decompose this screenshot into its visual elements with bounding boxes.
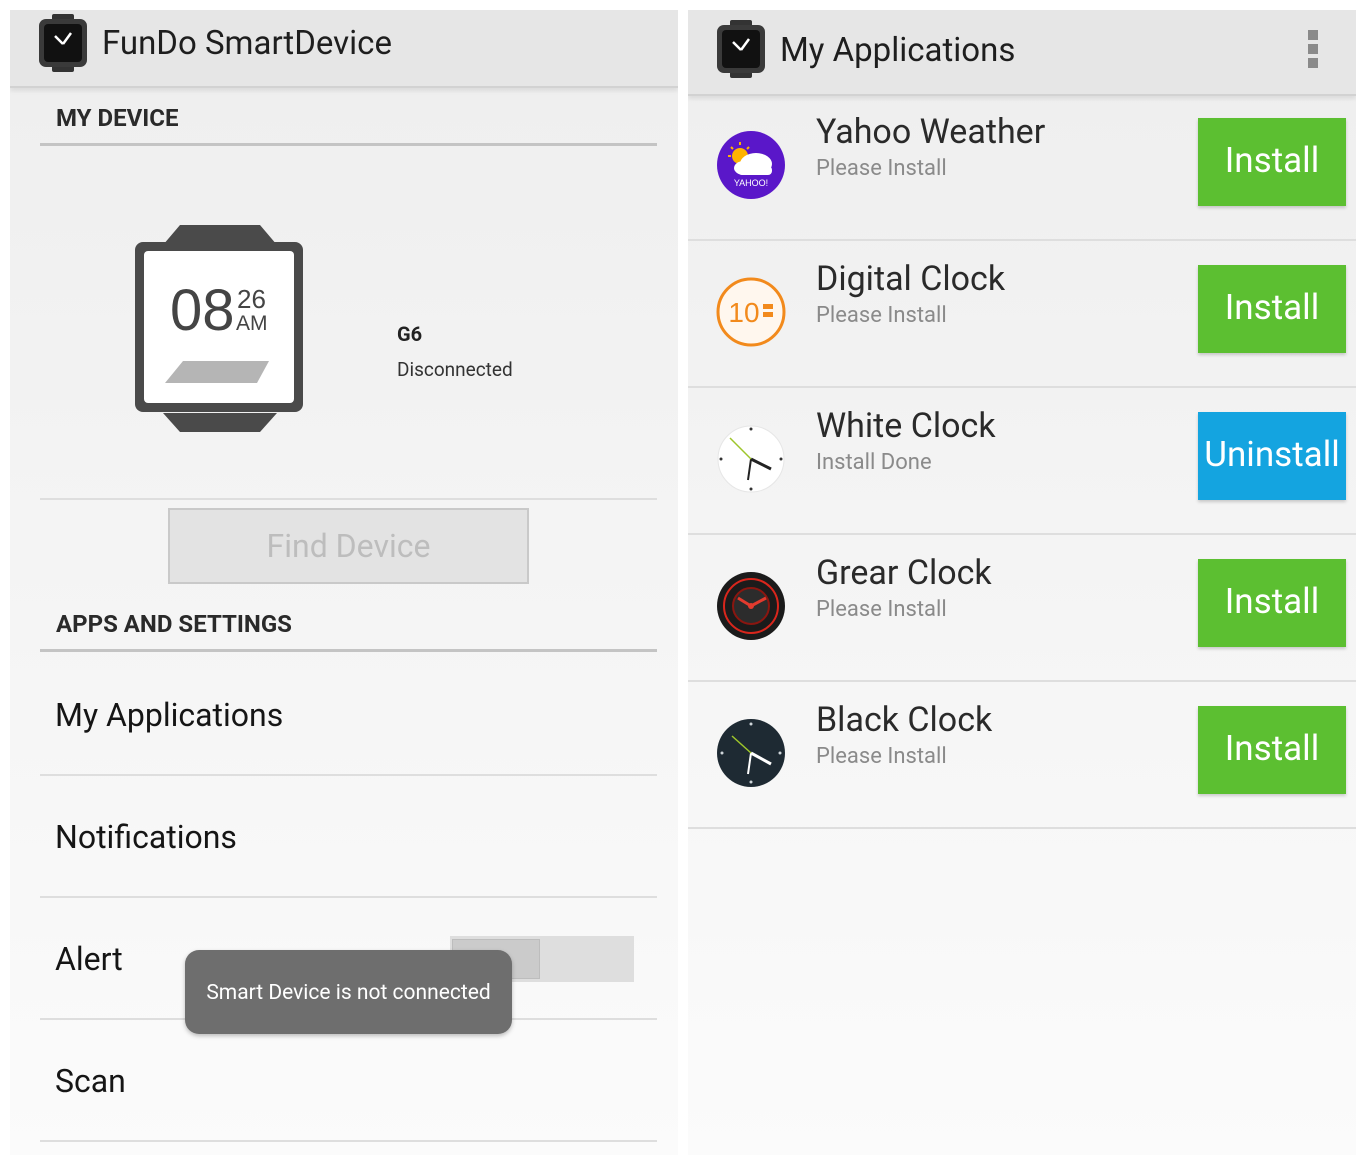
app-name: Black Clock [816, 700, 993, 740]
app-name: Grear Clock [816, 553, 992, 593]
watch-hour: 08 [170, 278, 235, 343]
app-status: Install Done [816, 450, 932, 475]
app-status: Please Install [816, 597, 947, 622]
device-name: G6 [397, 322, 423, 346]
watch-minute: 26 [237, 284, 266, 314]
my-device-header: MY DEVICE [40, 100, 657, 146]
app-row-white-clock: White Clock Install Done Uninstall [688, 388, 1356, 535]
apps-settings-header: APPS AND SETTINGS [40, 606, 657, 652]
uninstall-button-white-clock[interactable]: Uninstall [1198, 412, 1346, 500]
app-row-gear-clock: Grear Clock Please Install Install [688, 535, 1356, 682]
smartwatch-app-icon [39, 14, 87, 72]
app-title: FunDo SmartDevice [102, 24, 392, 63]
toast-message: Smart Device is not connected [185, 950, 512, 1034]
divider [40, 498, 657, 500]
install-button-digital-clock[interactable]: Install [1198, 265, 1346, 353]
menu-item-my-applications[interactable]: My Applications [55, 696, 283, 734]
app-row-black-clock: Black Clock Please Install Install [688, 682, 1356, 829]
divider [40, 896, 657, 898]
install-button-black-clock[interactable]: Install [1198, 706, 1346, 794]
yahoo-logo-text: YAHOO! [734, 178, 768, 188]
app-status: Please Install [816, 156, 947, 181]
digital-clock-hour: 10 [728, 297, 759, 328]
app-status: Please Install [816, 744, 947, 769]
smartwatch-app-icon [717, 20, 765, 78]
install-button-yahoo-weather[interactable]: Install [1198, 118, 1346, 206]
overflow-menu-icon[interactable] [1308, 30, 1318, 70]
menu-item-notifications[interactable]: Notifications [55, 818, 237, 856]
black-clock-icon [717, 719, 785, 787]
app-bar: My Applications [688, 10, 1356, 96]
app-status: Please Install [816, 303, 947, 328]
watch-preview-image: 08 26 AM [135, 225, 303, 432]
fundo-main-screen: FunDo SmartDevice MY DEVICE 08 26 AM G6 … [10, 10, 678, 1155]
app-name: Digital Clock [816, 259, 1006, 299]
menu-item-alert[interactable]: Alert [55, 940, 123, 978]
install-button-gear-clock[interactable]: Install [1198, 559, 1346, 647]
white-clock-icon [717, 425, 785, 493]
menu-item-scan[interactable]: Scan [55, 1062, 126, 1100]
watch-ampm: AM [236, 312, 268, 335]
app-row-yahoo-weather: YAHOO! Yahoo Weather Please Install Inst… [688, 94, 1356, 241]
divider [40, 1140, 657, 1142]
device-status: Disconnected [397, 358, 513, 381]
app-name: Yahoo Weather [816, 112, 1046, 152]
yahoo-weather-icon: YAHOO! [717, 131, 785, 199]
screen-title: My Applications [780, 31, 1016, 70]
app-name: White Clock [816, 406, 996, 446]
app-row-digital-clock: 10 Digital Clock Please Install Install [688, 241, 1356, 388]
digital-clock-icon: 10 [716, 277, 786, 347]
app-bar: FunDo SmartDevice [10, 10, 678, 88]
find-device-button[interactable]: Find Device [168, 508, 529, 584]
gear-clock-icon [717, 572, 785, 640]
divider [40, 774, 657, 776]
my-applications-screen: My Applications YAHOO! Yahoo Weather Ple… [688, 10, 1356, 1155]
